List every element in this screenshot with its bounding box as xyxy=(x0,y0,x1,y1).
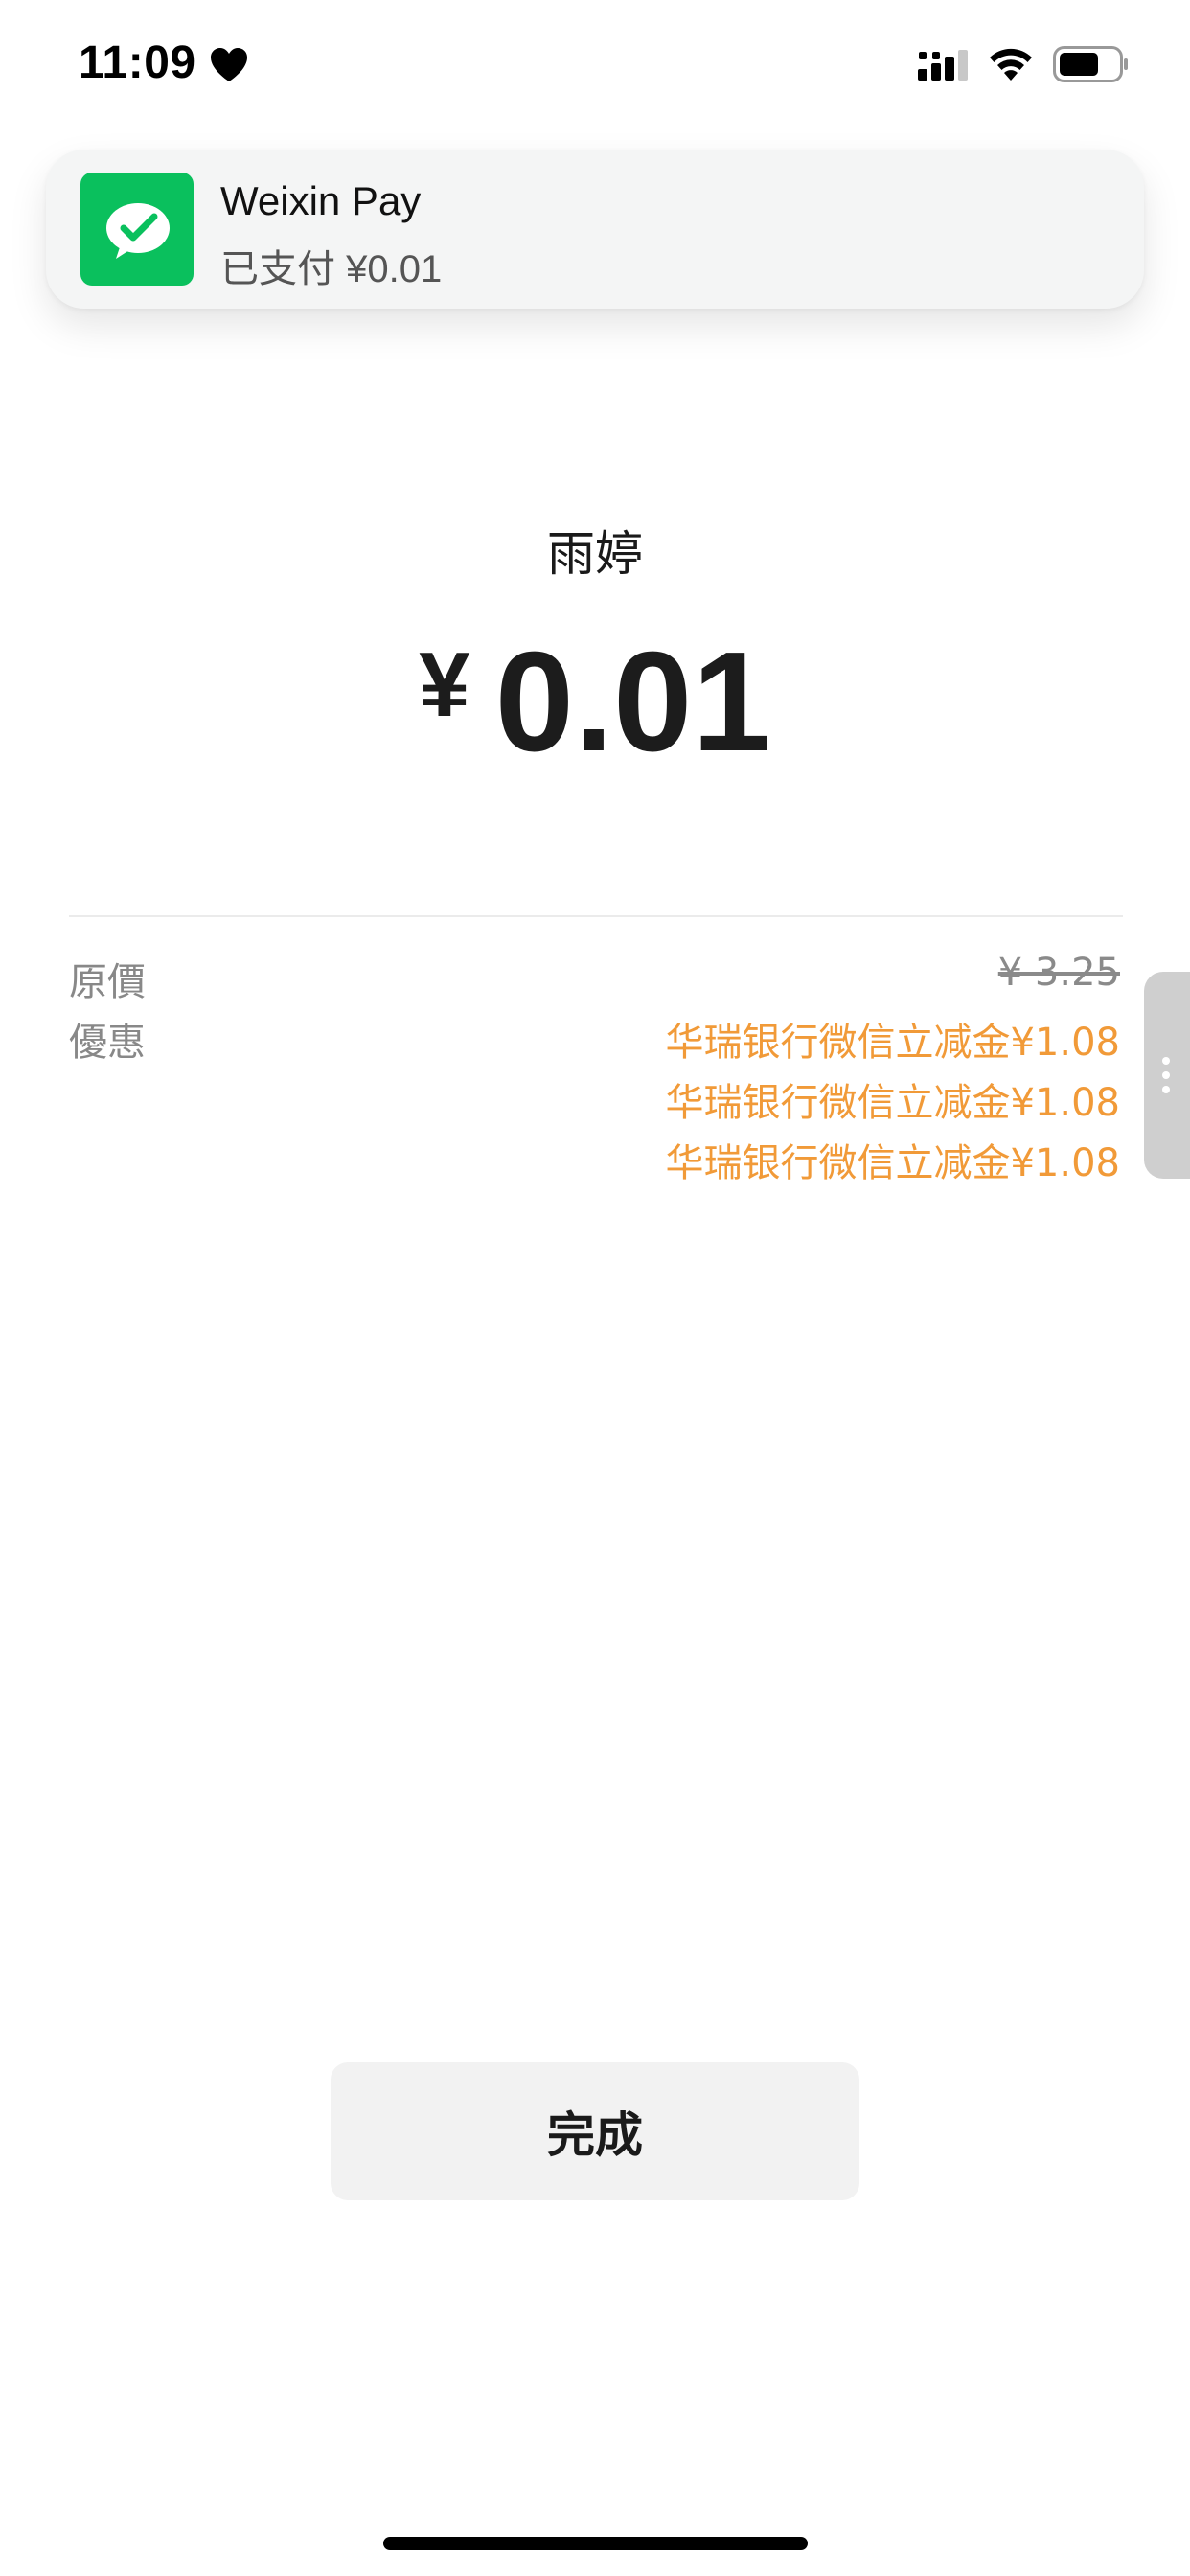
discount-item: 华瑞银行微信立减金¥1.08 xyxy=(665,1081,1120,1125)
done-button[interactable]: 完成 xyxy=(331,2062,859,2200)
currency-symbol: ¥ xyxy=(419,633,470,736)
battery-icon xyxy=(1053,46,1128,82)
home-indicator[interactable] xyxy=(383,2537,808,2550)
wifi-icon xyxy=(990,48,1032,80)
notification-body: 已支付 ¥0.01 xyxy=(220,248,443,290)
discount-item: 华瑞银行微信立减金¥1.08 xyxy=(665,1021,1120,1065)
status-bar: 11:09 xyxy=(0,0,1190,134)
wechat-icon xyxy=(80,172,194,286)
signal-icon xyxy=(918,50,968,80)
notification-title: Weixin Pay xyxy=(220,178,422,223)
amount-value: 0.01 xyxy=(494,623,771,781)
payment-notification-banner[interactable]: Weixin Pay 已支付 ¥0.01 xyxy=(46,150,1144,309)
divider xyxy=(69,915,1123,917)
payee-name: 雨婷 xyxy=(547,526,643,582)
discount-item: 华瑞银行微信立减金¥1.08 xyxy=(665,1141,1120,1185)
original-price-value: ¥ 3.25 xyxy=(997,951,1120,995)
side-drawer-handle[interactable] xyxy=(1144,972,1190,1179)
status-time: 11:09 xyxy=(79,37,196,88)
original-price-label: 原價 xyxy=(69,960,146,1004)
heart-icon xyxy=(211,48,247,81)
payment-amount: ¥0.01 xyxy=(0,621,1190,801)
discount-label: 優惠 xyxy=(69,1021,146,1065)
